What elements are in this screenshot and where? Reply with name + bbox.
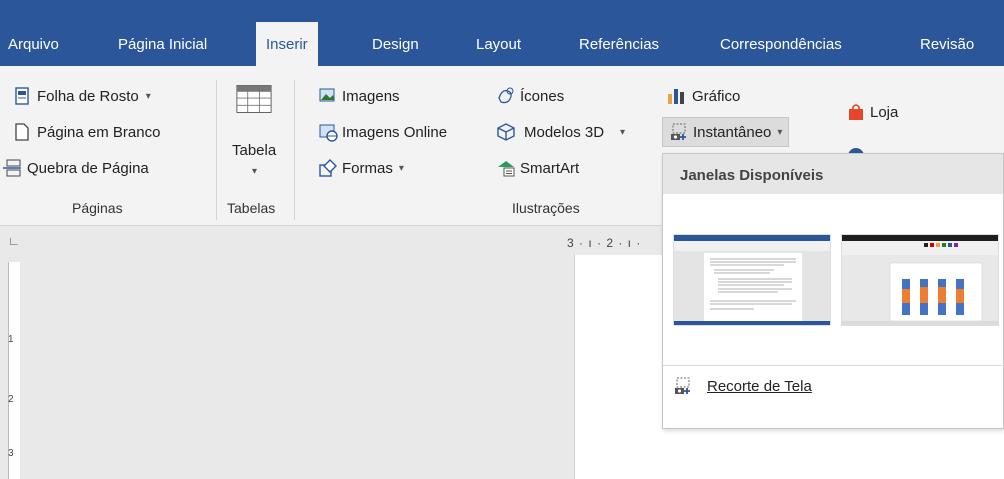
pagina-em-branco-button[interactable]: Página em Branco	[12, 120, 160, 144]
ruler-mark: 1	[8, 334, 14, 345]
tab-referencias[interactable]: Referências	[579, 33, 659, 66]
imagens-online-button[interactable]: Imagens Online	[318, 120, 447, 144]
modelos-3d-button[interactable]: Modelos 3D ▾	[496, 120, 625, 144]
cover-page-icon	[15, 87, 29, 105]
table-icon	[236, 85, 272, 113]
screenshot-icon	[671, 123, 686, 140]
imagens-online-label: Imagens Online	[342, 123, 448, 141]
chevron-down-icon: ▾	[145, 90, 151, 102]
group-separator	[294, 80, 295, 220]
tab-arquivo[interactable]: Arquivo	[8, 33, 59, 66]
ruler-mark: 3	[8, 448, 14, 459]
window-thumbnail-word[interactable]	[673, 234, 831, 326]
tab-layout[interactable]: Layout	[476, 33, 521, 66]
tabela-button[interactable]: Tabela ▾	[226, 82, 288, 190]
janelas-disponiveis-header: Janelas Disponíveis	[663, 154, 1003, 194]
folha-de-rosto-button[interactable]: Folha de Rosto ▾	[12, 84, 151, 108]
pictures-icon	[319, 88, 335, 102]
tab-selector-icon[interactable]: ∟	[8, 234, 20, 248]
tabela-label: Tabela	[232, 142, 277, 159]
group-separator	[216, 80, 217, 220]
ruler-strip	[8, 262, 20, 479]
imagens-button[interactable]: Imagens	[318, 84, 400, 108]
3d-models-icon	[497, 123, 515, 141]
grafico-label: Gráfico	[692, 87, 741, 105]
tab-pagina-inicial[interactable]: Página Inicial	[118, 33, 207, 66]
word-window-preview	[674, 235, 830, 325]
chevron-down-icon: ▾	[620, 126, 626, 138]
quebra-de-pagina-button[interactable]: Quebra de Página	[2, 156, 149, 180]
formas-label: Formas	[342, 159, 393, 177]
smartart-icon	[498, 161, 515, 177]
recorte-de-tela-label: Recorte de Tela	[707, 377, 812, 395]
chart-icon	[668, 89, 684, 104]
chart-window-preview	[842, 235, 998, 325]
ilustracoes-group-label: Ilustrações	[512, 200, 580, 216]
ribbon-tabbar: Arquivo Página Inicial Inserir Design La…	[0, 0, 1004, 66]
recorte-de-tela-button[interactable]: Recorte de Tela	[673, 376, 812, 396]
vertical-ruler: ∟ 1 2 3	[0, 226, 26, 479]
tab-revisao[interactable]: Revisão	[920, 33, 974, 66]
instantaneo-label: Instantâneo	[693, 123, 772, 141]
page-break-icon	[3, 159, 21, 177]
quebra-de-pagina-label: Quebra de Página	[27, 159, 149, 177]
icones-button[interactable]: Ícones	[496, 84, 564, 108]
ruler-mark: 2	[8, 394, 14, 405]
imagens-label: Imagens	[342, 87, 400, 105]
dropdown-separator	[663, 365, 1004, 366]
tab-design[interactable]: Design	[372, 33, 419, 66]
tab-inserir[interactable]: Inserir	[256, 22, 318, 66]
blank-page-icon	[15, 123, 29, 141]
grafico-button[interactable]: Gráfico	[666, 84, 740, 108]
smartart-label: SmartArt	[520, 159, 580, 177]
online-pictures-icon	[319, 124, 338, 142]
screen-clipping-icon	[675, 377, 690, 394]
smartart-button[interactable]: SmartArt	[496, 156, 579, 180]
modelos-3d-label: Modelos 3D	[524, 123, 605, 141]
store-icon	[849, 104, 863, 120]
chevron-down-icon: ▾	[252, 166, 258, 177]
tab-correspondencias[interactable]: Correspondências	[720, 33, 842, 66]
shapes-icon	[319, 159, 337, 177]
pagina-em-branco-label: Página em Branco	[37, 123, 161, 141]
formas-button[interactable]: Formas ▾	[318, 156, 404, 180]
chevron-down-icon: ▾	[398, 162, 404, 174]
paginas-group-label: Páginas	[72, 200, 123, 216]
loja-label: Loja	[870, 103, 899, 121]
icons-icon	[498, 87, 514, 104]
instantaneo-button[interactable]: Instantâneo ▾	[662, 117, 790, 147]
tabelas-group-label: Tabelas	[227, 200, 276, 216]
horizontal-ruler: 3 · ı · 2 · ı ·	[567, 236, 642, 250]
chevron-down-icon: ▾	[777, 126, 783, 138]
folha-de-rosto-label: Folha de Rosto	[37, 87, 139, 105]
instantaneo-dropdown: Janelas Disponíveis Recorte de Tela	[662, 153, 1004, 429]
window-thumbnail-chart[interactable]	[841, 234, 999, 326]
loja-button[interactable]: Loja	[846, 100, 898, 124]
icones-label: Ícones	[520, 87, 565, 105]
